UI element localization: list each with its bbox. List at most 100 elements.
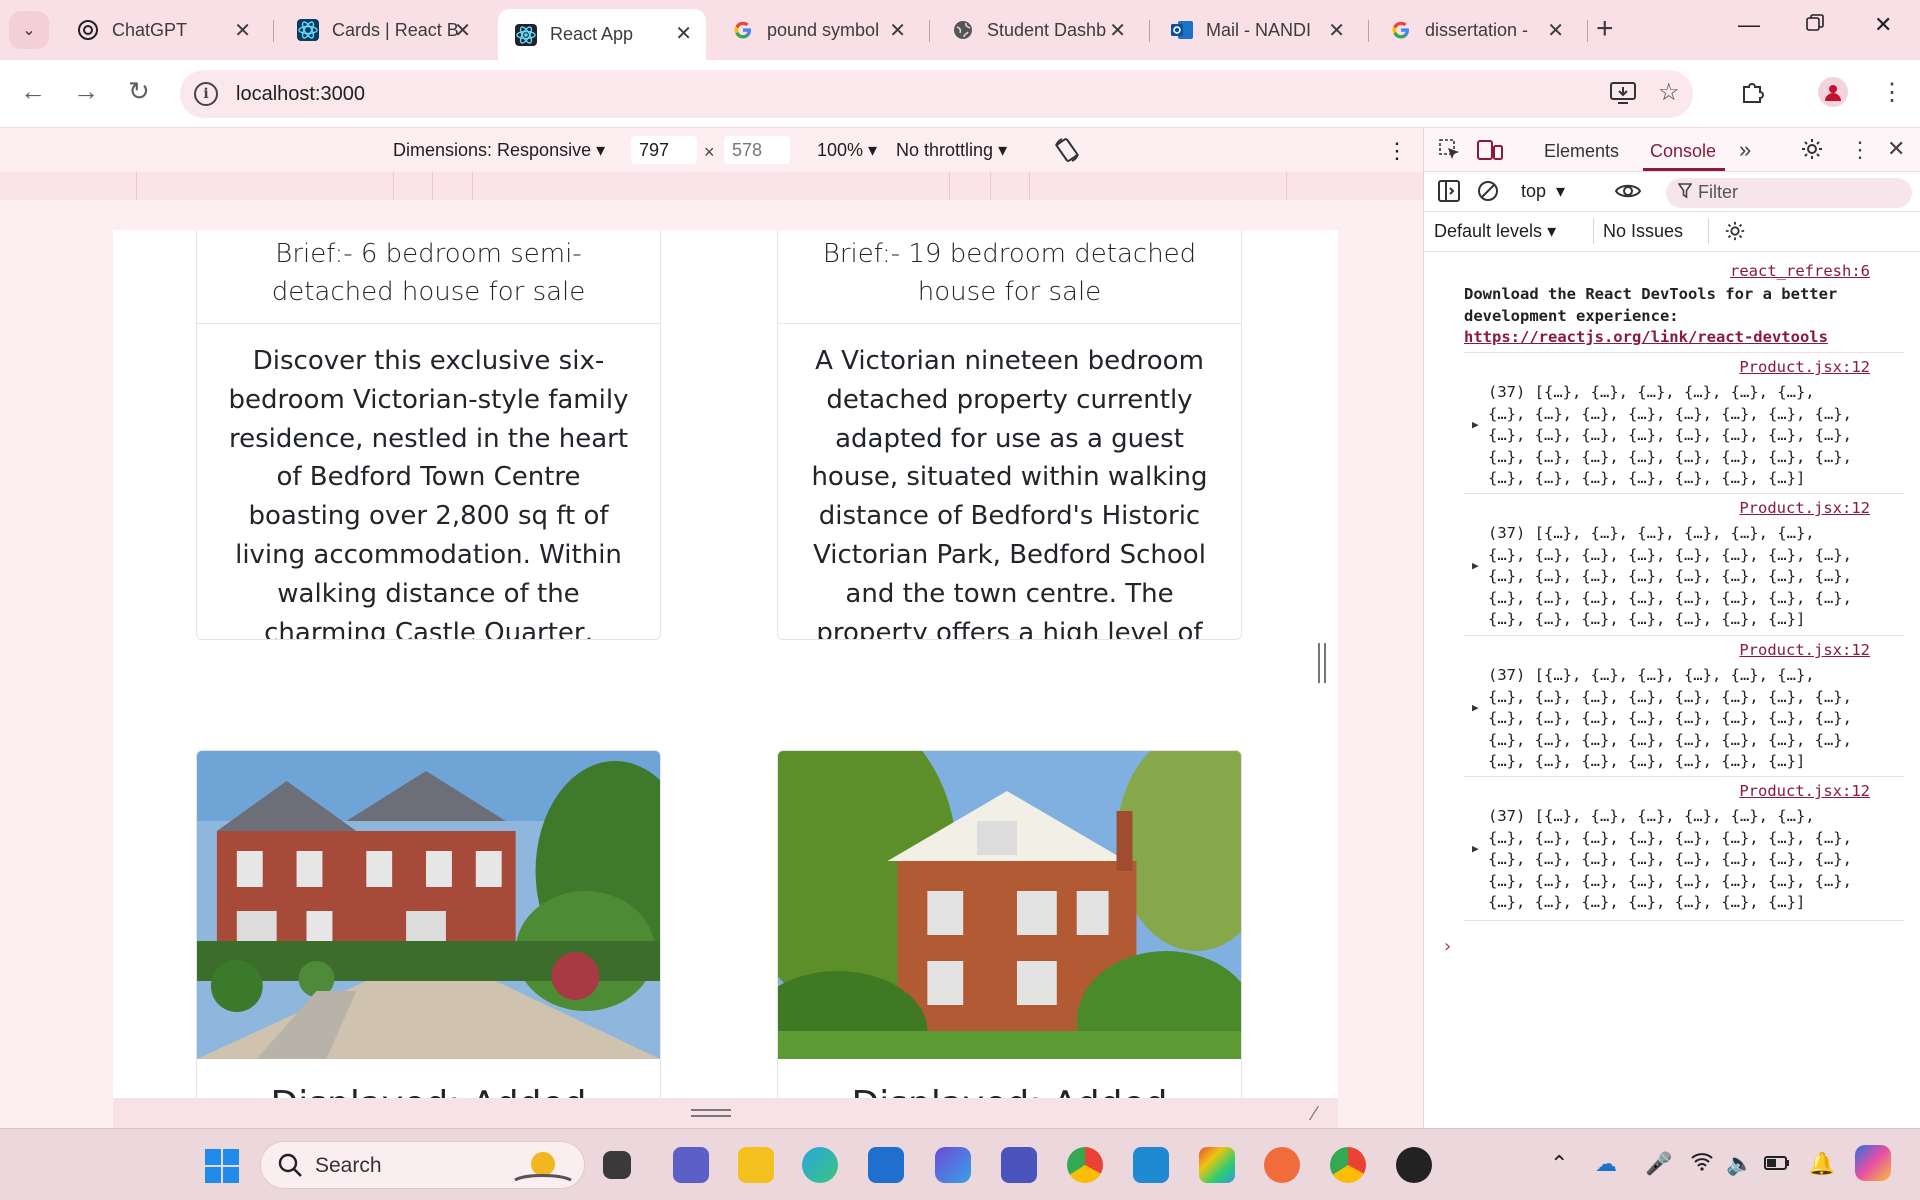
wifi-icon[interactable] <box>1690 1151 1714 1177</box>
sidebar-toggle-icon[interactable] <box>1438 180 1460 208</box>
more-tabs-icon[interactable]: » <box>1739 137 1751 163</box>
vscode-icon[interactable] <box>1133 1147 1169 1183</box>
console-log-entry[interactable]: (37) [{…}, {…}, {…}, {…}, {…}, {…}, {…},… <box>1488 382 1908 490</box>
volume-icon[interactable]: 🔈 <box>1726 1151 1753 1177</box>
red-brick-terrace-house-photo <box>197 751 660 1059</box>
microsoft-store-icon[interactable] <box>868 1147 904 1183</box>
media-query-bar[interactable] <box>0 172 1423 200</box>
console-log-entry[interactable]: (37) [{…}, {…}, {…}, {…}, {…}, {…}, {…},… <box>1488 523 1908 631</box>
teams-new-icon[interactable] <box>1001 1147 1037 1183</box>
devtools-close-icon[interactable]: ✕ <box>1887 136 1905 162</box>
react-devtools-link[interactable]: https://reactjs.org/link/react-devtools <box>1464 327 1904 349</box>
tab-chatgpt[interactable]: ChatGPT ✕ <box>60 9 265 51</box>
url-text[interactable]: localhost:3000 <box>236 83 365 106</box>
close-icon[interactable]: ✕ <box>454 18 471 43</box>
levels-dropdown[interactable]: Default levels ▾ <box>1434 221 1556 242</box>
close-icon[interactable]: ✕ <box>675 21 692 46</box>
site-info-icon[interactable]: i <box>194 82 218 106</box>
bookmark-star-icon[interactable]: ☆ <box>1658 78 1680 107</box>
devtools-menu-icon[interactable]: ⋮ <box>1849 137 1871 163</box>
tab-console[interactable]: Console <box>1650 141 1716 162</box>
close-icon[interactable]: ✕ <box>234 18 251 43</box>
clear-console-icon[interactable] <box>1477 180 1499 208</box>
message-source-link[interactable]: react_refresh:6 <box>1730 262 1870 280</box>
copilot-icon[interactable] <box>935 1147 971 1183</box>
tab-dissertation[interactable]: dissertation - ✕ <box>1373 9 1578 51</box>
tab-elements[interactable]: Elements <box>1544 141 1619 162</box>
back-icon[interactable]: ← <box>20 76 46 107</box>
taskbar-search[interactable]: Search <box>260 1141 585 1189</box>
console-log-entry[interactable]: (37) [{…}, {…}, {…}, {…}, {…}, {…}, {…},… <box>1488 806 1908 914</box>
forward-icon[interactable]: → <box>73 76 99 107</box>
height-input[interactable]: 578 <box>724 136 790 164</box>
postman-icon[interactable] <box>1264 1147 1300 1183</box>
close-icon[interactable]: ✕ <box>1328 18 1345 43</box>
onedrive-icon[interactable]: ☁ <box>1595 1151 1617 1177</box>
teams-icon[interactable] <box>673 1147 709 1183</box>
battery-icon[interactable] <box>1764 1151 1790 1177</box>
bottom-resize-handle[interactable] <box>691 1109 731 1117</box>
page-viewport[interactable]: Brief:- 6 bedroom semi-detached house fo… <box>113 230 1338 1098</box>
profile-avatar[interactable] <box>1818 77 1848 107</box>
window-close-icon[interactable]: ✕ <box>1874 12 1892 38</box>
file-explorer-icon[interactable] <box>738 1147 774 1183</box>
console-log-entry[interactable]: (37) [{…}, {…}, {…}, {…}, {…}, {…}, {…},… <box>1488 665 1908 773</box>
tab-search-button[interactable]: ⌄ <box>9 11 49 49</box>
console-prompt-icon[interactable]: › <box>1442 936 1453 957</box>
tab-cards-react[interactable]: Cards | React B ✕ <box>280 9 485 51</box>
issues-count[interactable]: No Issues <box>1593 221 1683 242</box>
expand-triangle-icon[interactable]: ▶ <box>1472 418 1479 431</box>
microphone-icon[interactable]: 🎤 <box>1645 1151 1672 1177</box>
tab-student-dashboard[interactable]: Student Dashb ✕ <box>935 9 1140 51</box>
install-app-icon[interactable] <box>1610 81 1636 112</box>
tab-pound-symbol[interactable]: pound symbol ✕ <box>715 9 920 51</box>
restore-icon[interactable] <box>1806 12 1824 38</box>
address-bar[interactable]: i localhost:3000 ☆ <box>180 70 1693 118</box>
dimensions-dropdown[interactable]: Dimensions: Responsive ▾ <box>393 140 605 161</box>
reload-icon[interactable]: ↻ <box>128 76 150 107</box>
message-source-link[interactable]: Product.jsx:12 <box>1739 782 1870 800</box>
live-expression-eye-icon[interactable] <box>1614 179 1642 209</box>
tab-react-app[interactable]: React App ✕ <box>498 9 706 60</box>
tab-separator <box>1368 20 1369 42</box>
chrome-profile-icon[interactable] <box>1330 1147 1366 1183</box>
minimize-icon[interactable]: — <box>1738 12 1760 38</box>
device-more-icon[interactable]: ⋮ <box>1386 138 1408 164</box>
obs-icon[interactable] <box>1396 1147 1432 1183</box>
chrome-icon[interactable] <box>1067 1147 1103 1183</box>
device-toggle-icon[interactable] <box>1477 138 1503 168</box>
log-line: {…}, {…}, {…}, {…}, {…}, {…}, {…}, {…}, <box>1488 426 1852 444</box>
expand-triangle-icon[interactable]: ▶ <box>1472 842 1479 855</box>
log-line: {…}, {…}, {…}, {…}, {…}, {…}, {…}, {…}, <box>1488 871 1852 890</box>
chevron-up-icon[interactable]: ⌃ <box>1550 1151 1568 1177</box>
edge-icon[interactable] <box>802 1147 838 1183</box>
corner-resize-handle[interactable]: ∕ <box>1313 1103 1316 1126</box>
context-selector[interactable]: top ▾ <box>1521 181 1565 202</box>
close-icon[interactable]: ✕ <box>1547 18 1564 43</box>
width-input[interactable]: 797 <box>631 136 697 164</box>
close-icon[interactable]: ✕ <box>1109 18 1126 43</box>
console-settings-gear-icon[interactable] <box>1724 220 1746 248</box>
message-source-link[interactable]: Product.jsx:12 <box>1739 641 1870 659</box>
zoom-dropdown[interactable]: 100% ▾ <box>817 140 877 161</box>
inspect-element-icon[interactable] <box>1438 138 1462 168</box>
app-diamond-icon[interactable] <box>1199 1147 1235 1183</box>
message-source-link[interactable]: Product.jsx:12 <box>1739 499 1870 517</box>
extensions-icon[interactable] <box>1740 78 1766 111</box>
right-resize-handle[interactable] <box>1318 643 1326 683</box>
settings-gear-icon[interactable] <box>1800 137 1824 167</box>
browser-menu-icon[interactable]: ⋮ <box>1880 78 1904 107</box>
start-windows-icon[interactable] <box>205 1149 239 1183</box>
copilot-pre-icon[interactable] <box>1855 1145 1891 1181</box>
close-icon[interactable]: ✕ <box>889 18 906 43</box>
task-view-icon[interactable] <box>603 1151 631 1179</box>
message-source-link[interactable]: Product.jsx:12 <box>1739 358 1870 376</box>
expand-triangle-icon[interactable]: ▶ <box>1472 701 1479 714</box>
rotate-icon[interactable] <box>1053 136 1081 169</box>
notification-bell-icon[interactable]: 🔔 <box>1808 1151 1835 1177</box>
new-tab-button[interactable]: + <box>1596 12 1614 46</box>
tab-mail[interactable]: Mail - NANDI ✕ <box>1154 9 1359 51</box>
console-filter-input[interactable]: Filter <box>1666 178 1912 208</box>
throttling-dropdown[interactable]: No throttling ▾ <box>896 140 1007 161</box>
expand-triangle-icon[interactable]: ▶ <box>1472 559 1479 572</box>
